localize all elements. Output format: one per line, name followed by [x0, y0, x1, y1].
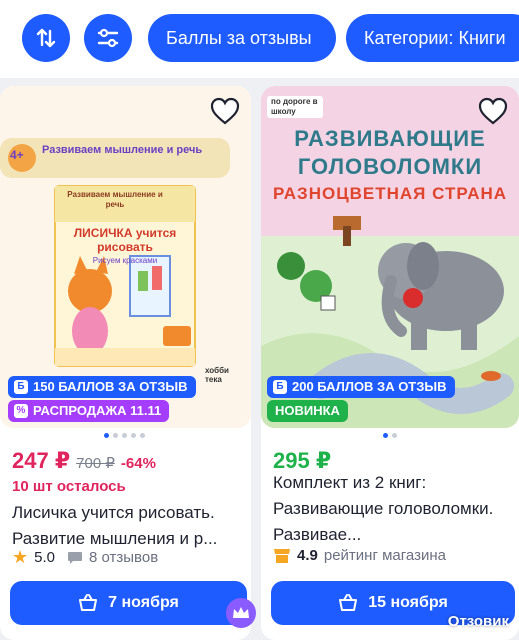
crown-fab-icon[interactable]: [226, 598, 256, 628]
product-title[interactable]: Комплект из 2 книг: Развивающие головоло…: [273, 470, 513, 548]
filter-sliders-icon[interactable]: [84, 14, 132, 62]
product-image-1[interactable]: 4+ Развиваем мышление и речь Развиваем м…: [0, 86, 251, 428]
add-to-cart-button[interactable]: 7 ноября: [10, 581, 247, 625]
product-image-2[interactable]: по дороге в школу РАЗВИВАЮЩИЕ ГОЛОВОЛОМК…: [261, 86, 519, 428]
image-pager-dots: [383, 433, 397, 438]
points-badge: Б 150 БАЛЛОВ ЗА ОТЗЫВ: [8, 376, 196, 398]
old-price: 700 ₽: [76, 455, 115, 472]
book-subtitle: РАЗНОЦВЕТНАЯ СТРАНА: [272, 184, 508, 203]
chip-category-books[interactable]: Категории: Книги: [346, 14, 519, 62]
sale-badge: % РАСПРОДАЖА 11.11: [8, 400, 170, 422]
points-b-icon: Б: [273, 380, 287, 394]
delivery-date: 15 ноября: [368, 594, 448, 611]
site-watermark: Отзовик: [447, 613, 509, 630]
shop-icon: [274, 548, 290, 563]
current-price: 247 ₽: [12, 448, 71, 473]
heart-icon[interactable]: [477, 96, 509, 126]
delivery-date: 7 ноября: [108, 594, 179, 611]
product-title[interactable]: Лисичка учится рисовать. Развитие мышлен…: [12, 500, 248, 552]
rating-row: 4.9 рейтинг магазина: [273, 547, 446, 564]
top-filter-bar: Баллы за отзывы Категории: Книги: [0, 0, 519, 78]
reviews-count[interactable]: 8 отзывов: [89, 549, 158, 566]
age-badge: 4+: [10, 148, 24, 162]
book-subtitle: Рисуем красками: [92, 256, 158, 265]
series-corner-label: по дороге в школу: [267, 96, 323, 118]
image-pager-dots: [104, 433, 145, 438]
rating-value: 4.9: [297, 547, 318, 564]
star-icon: ★: [12, 547, 29, 567]
publisher-logo: хобби тека: [205, 366, 229, 384]
basket-icon: [339, 594, 358, 611]
cover-banner-text: Развиваем мышление и речь: [42, 144, 203, 156]
comment-icon: [68, 551, 82, 564]
rating-label: рейтинг магазина: [323, 547, 446, 564]
new-badge: НОВИНКА: [267, 400, 348, 422]
book-title-line2: ГОЛОВОЛОМКИ: [297, 154, 483, 179]
sort-arrows-icon[interactable]: [22, 14, 70, 62]
book-title-line1: РАЗВИВАЮЩИЕ: [294, 126, 486, 151]
rating-row: ★ 5.0 8 отзывов: [12, 547, 158, 568]
book-title: ЛИСИЧКА учится рисовать: [73, 226, 177, 254]
points-b-icon: Б: [14, 380, 28, 394]
book-series: Развиваем мышление и речь: [67, 190, 163, 209]
discount: -64%: [120, 455, 156, 472]
points-badge: Б 200 БАЛЛОВ ЗА ОТЗЫВ: [267, 376, 455, 398]
rating-value: 5.0: [34, 549, 55, 566]
basket-icon: [79, 594, 98, 611]
price-block: 247 ₽ 700 ₽ -64%: [12, 448, 156, 474]
product-card-2[interactable]: по дороге в школу РАЗВИВАЮЩИЕ ГОЛОВОЛОМК…: [261, 86, 519, 640]
heart-icon[interactable]: [209, 96, 241, 126]
sale-icon: %: [14, 404, 28, 418]
product-card-1[interactable]: 4+ Развиваем мышление и речь Развиваем м…: [0, 86, 251, 640]
chip-review-points[interactable]: Баллы за отзывы: [148, 14, 336, 62]
stock-left: 10 шт осталось: [12, 478, 126, 495]
